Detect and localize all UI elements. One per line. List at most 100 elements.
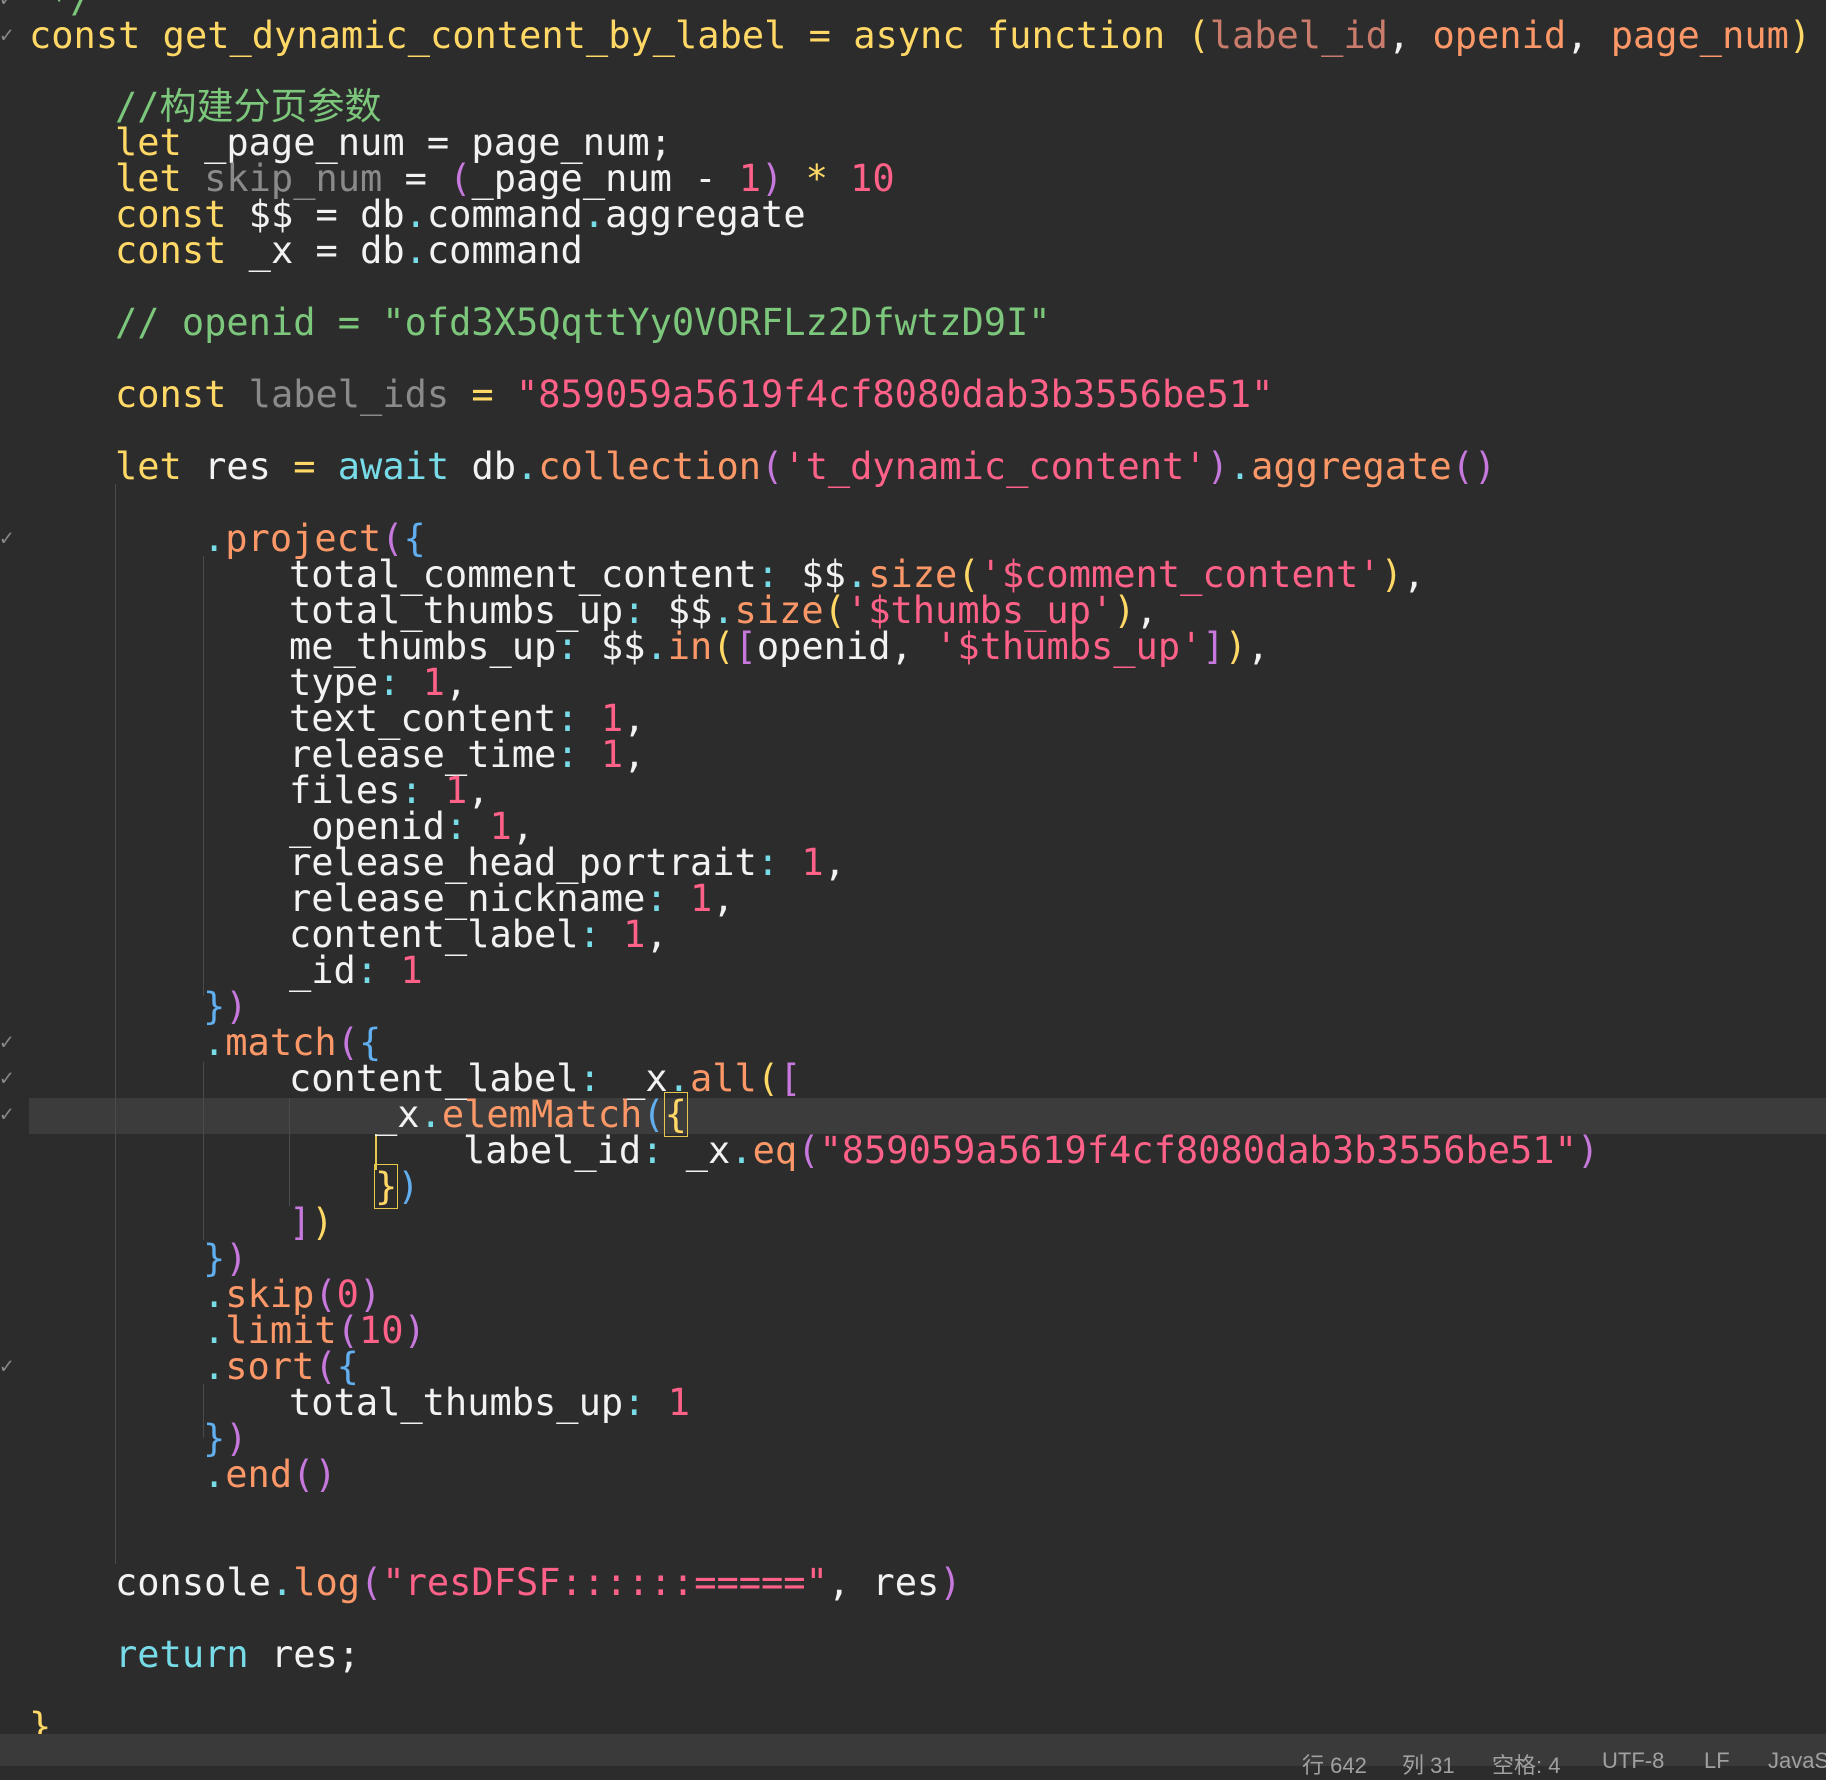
code-line[interactable]: label_id: _x.eq("859059a5619f4cf8080dab3… [0,1132,1599,1169]
comment: // openid = "ofd3X5QqttYy0VORFLz2DfwtzD9… [115,301,1051,344]
object-key: _id [289,949,356,992]
bracket: [ [779,1057,802,1100]
code-line[interactable]: let skip_num = (_page_num - 1) * 10 [0,160,895,197]
code-line[interactable]: ✓ .project({ [0,520,426,557]
code-line[interactable]: files: 1, [0,772,490,809]
identifier: console [115,1561,271,1604]
code-line[interactable]: const _x = db.command [0,232,583,269]
code-line[interactable]: total_thumbs_up: $$.size('$thumbs_up'), [0,592,1158,629]
paren: ) [939,1561,962,1604]
code-line[interactable]: content_label: 1, [0,916,668,953]
code-line[interactable]: _id: 1 [0,952,423,989]
fold-arrow-icon[interactable]: ✓ [0,1061,18,1097]
paren: () [292,1453,337,1496]
code-line[interactable]: }) [0,1420,248,1457]
code-line[interactable]: _openid: 1, [0,808,534,845]
paren: ) [1380,553,1403,596]
number: 1 [600,733,624,776]
dot: . [203,1345,226,1388]
status-indent-spaces[interactable]: 空格: 4 [1492,1748,1560,1780]
identifier: openid [756,625,891,668]
status-line-number[interactable]: 行 642 [1302,1748,1367,1780]
fold-arrow-icon[interactable]: ✓ [0,1097,18,1133]
code-line[interactable]: const label_ids = "859059a5619f4cf8080da… [0,376,1273,413]
code-line[interactable]: ✓ content_label: _x.all([ [0,1060,801,1097]
code-line[interactable]: }) [0,1240,248,1277]
code-line[interactable]: let _page_num = page_num; [0,124,672,161]
code-line[interactable]: const $$ = db.command.aggregate [0,196,806,233]
code-line[interactable]: ✓ const get_dynamic_content_by_label = a… [0,17,1811,54]
code-line[interactable]: total_comment_content: $$.size('$comment… [0,556,1425,593]
operator: = [293,229,361,272]
colon: : [556,625,601,668]
code-line[interactable]: me_thumbs_up: $$.in([openid, '$thumbs_up… [0,628,1269,665]
param-label-id: label_id [1209,14,1388,57]
code-line[interactable]: type: 1, [0,664,467,701]
semicolon: ; [337,1633,361,1676]
code-editor[interactable]: ✓ */ ✓ const get_dynamic_content_by_labe… [0,0,1826,1734]
comma: , [1246,625,1270,668]
code-line[interactable]: .limit(10) [0,1312,426,1349]
string-literal: "859059a5619f4cf8080dab3b3556be51" [819,1129,1577,1172]
keyword-async: async [853,14,965,57]
variable: res [204,445,271,488]
string-literal: "859059a5619f4cf8080dab3b3556be51" [515,373,1274,416]
code-line[interactable]: } [0,1708,89,1734]
method-name: log [293,1561,361,1604]
bracket: ] [289,1201,312,1244]
number: 10 [358,1309,404,1352]
code-line[interactable]: release_time: 1, [0,736,645,773]
object-key: total_thumbs_up [289,1381,624,1424]
fold-arrow-icon[interactable]: ✓ [0,1349,18,1385]
code-line[interactable]: text_content: 1, [0,700,645,737]
paren: ( [1187,14,1210,57]
dot: . [730,1129,753,1172]
code-line[interactable]: release_head_portrait: 1, [0,844,846,881]
paren: ) [397,1165,420,1208]
code-line[interactable]: //构建分页参数 [0,88,382,125]
fold-arrow-icon[interactable]: ✓ [0,1025,18,1061]
code-line[interactable]: }) [0,988,248,1025]
method-name: collection [538,445,762,488]
dot: . [419,1093,442,1136]
code-line[interactable]: .end() [0,1456,337,1493]
paren: ( [712,625,735,668]
status-column-number[interactable]: 列 31 [1402,1748,1455,1780]
method-name: all [690,1057,757,1100]
identifier: res [270,1633,338,1676]
fold-arrow-icon[interactable]: ✓ [0,18,18,54]
param-page-num: page_num [1610,14,1789,57]
status-encoding[interactable]: UTF-8 [1602,1748,1664,1774]
paren: ( [360,1561,383,1604]
comma: , [890,625,936,668]
code-line[interactable]: // openid = "ofd3X5QqttYy0VORFLz2DfwtzD9… [0,304,1051,341]
comma: , [827,1561,873,1604]
keyword-const: const [115,373,227,416]
code-line[interactable]: ✓ .sort({ [0,1348,359,1385]
number: 1 [623,913,646,956]
code-line[interactable]: ]) [0,1204,334,1241]
dot: . [645,625,668,668]
bracket: [ [734,625,757,668]
property: command [426,229,583,272]
variable: _x [248,229,294,272]
code-line[interactable]: release_nickname: 1, [0,880,735,917]
identifier: db [360,229,405,272]
code-line-current[interactable]: ✓ _x.elemMatch({ [0,1092,688,1137]
code-line[interactable]: return res; [0,1636,360,1673]
code-line[interactable]: let res = await db.collection('t_dynamic… [0,448,1496,485]
status-language-mode[interactable]: JavaS [1768,1748,1826,1774]
code-line[interactable]: .skip(0) [0,1276,381,1313]
comma: , [645,913,668,956]
comma: , [823,841,846,884]
fold-arrow-icon[interactable]: ✓ [0,0,18,18]
code-line[interactable]: }) [0,1164,420,1209]
status-line-ending[interactable]: LF [1704,1748,1730,1774]
code-line[interactable]: console.log("resDFSF::::::=====", res) [0,1564,962,1601]
code-line[interactable]: ✓ .match({ [0,1024,381,1061]
code-line[interactable]: total_thumbs_up: 1 [0,1384,690,1421]
paren: ( [797,1129,820,1172]
fold-arrow-icon[interactable]: ✓ [0,521,18,557]
param-openid: openid [1432,14,1567,57]
number: 1 [400,949,423,992]
